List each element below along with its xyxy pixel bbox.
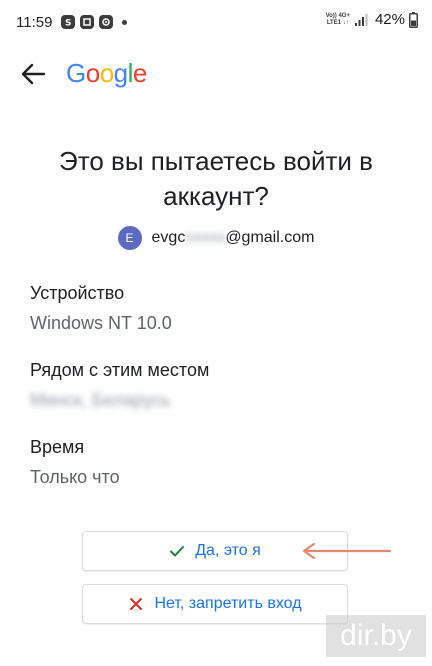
signal-icon <box>354 13 368 26</box>
back-arrow-icon[interactable] <box>20 62 46 86</box>
square-app-icon <box>80 15 94 29</box>
email-start: evgc <box>151 229 186 246</box>
time-section: Время Только что <box>30 437 402 488</box>
more-notifications-dot-icon <box>122 19 127 25</box>
notification-icons: S <box>61 15 127 29</box>
network-type-label: Vo)) 4G+ <box>325 12 350 19</box>
deny-button[interactable]: Нет, запретить вход <box>82 584 348 624</box>
s-app-icon: S <box>61 15 75 29</box>
location-value-text: Минск, Беларусь <box>30 390 171 410</box>
status-bar: 11:59 S Vo)) 4G+ LTE1 ↓↑ 42% <box>0 0 432 44</box>
device-value: Windows NT 10.0 <box>30 313 172 333</box>
network-lte-label: LTE1 ↓↑ <box>326 19 349 26</box>
status-time: 11:59 <box>16 14 53 31</box>
location-value: Минск, Беларусь <box>30 390 402 411</box>
location-label: Рядом с этим местом <box>30 360 210 380</box>
top-app-bar: Google <box>0 50 432 98</box>
page-title: Это вы пытаетесь войти в аккаунт? <box>59 146 373 211</box>
watermark: dir.by <box>326 615 426 657</box>
svg-text:S: S <box>65 19 71 28</box>
device-label: Устройство <box>30 283 125 303</box>
device-section: Устройство Windows NT 10.0 <box>30 283 402 334</box>
annotation-arrow-icon <box>302 542 392 560</box>
battery-icon <box>409 11 418 28</box>
avatar: E <box>117 226 142 250</box>
time-label: Время <box>30 437 85 457</box>
time-value: Только что <box>30 467 120 487</box>
account-chip: E evgcxxxxx@gmail.com <box>0 226 432 250</box>
location-section: Рядом с этим местом Минск, Беларусь <box>30 360 402 411</box>
account-email: evgcxxxxx@gmail.com <box>152 229 315 247</box>
sync-app-icon <box>99 15 113 29</box>
deny-button-label: Нет, запретить вход <box>154 595 302 612</box>
network-indicator: Vo)) 4G+ LTE1 ↓↑ <box>326 13 350 27</box>
google-logo: Google <box>66 58 147 89</box>
confirm-button-label: Да, это я <box>195 542 261 559</box>
battery-percent: 42% <box>374 11 405 28</box>
status-right: Vo)) 4G+ LTE1 ↓↑ 42% <box>326 11 418 28</box>
email-end: @gmail.com <box>225 229 315 246</box>
close-icon <box>130 598 143 610</box>
checkmark-icon <box>170 546 185 557</box>
email-hidden: xxxxx <box>185 229 226 246</box>
google-logo-text: Google <box>66 58 147 88</box>
